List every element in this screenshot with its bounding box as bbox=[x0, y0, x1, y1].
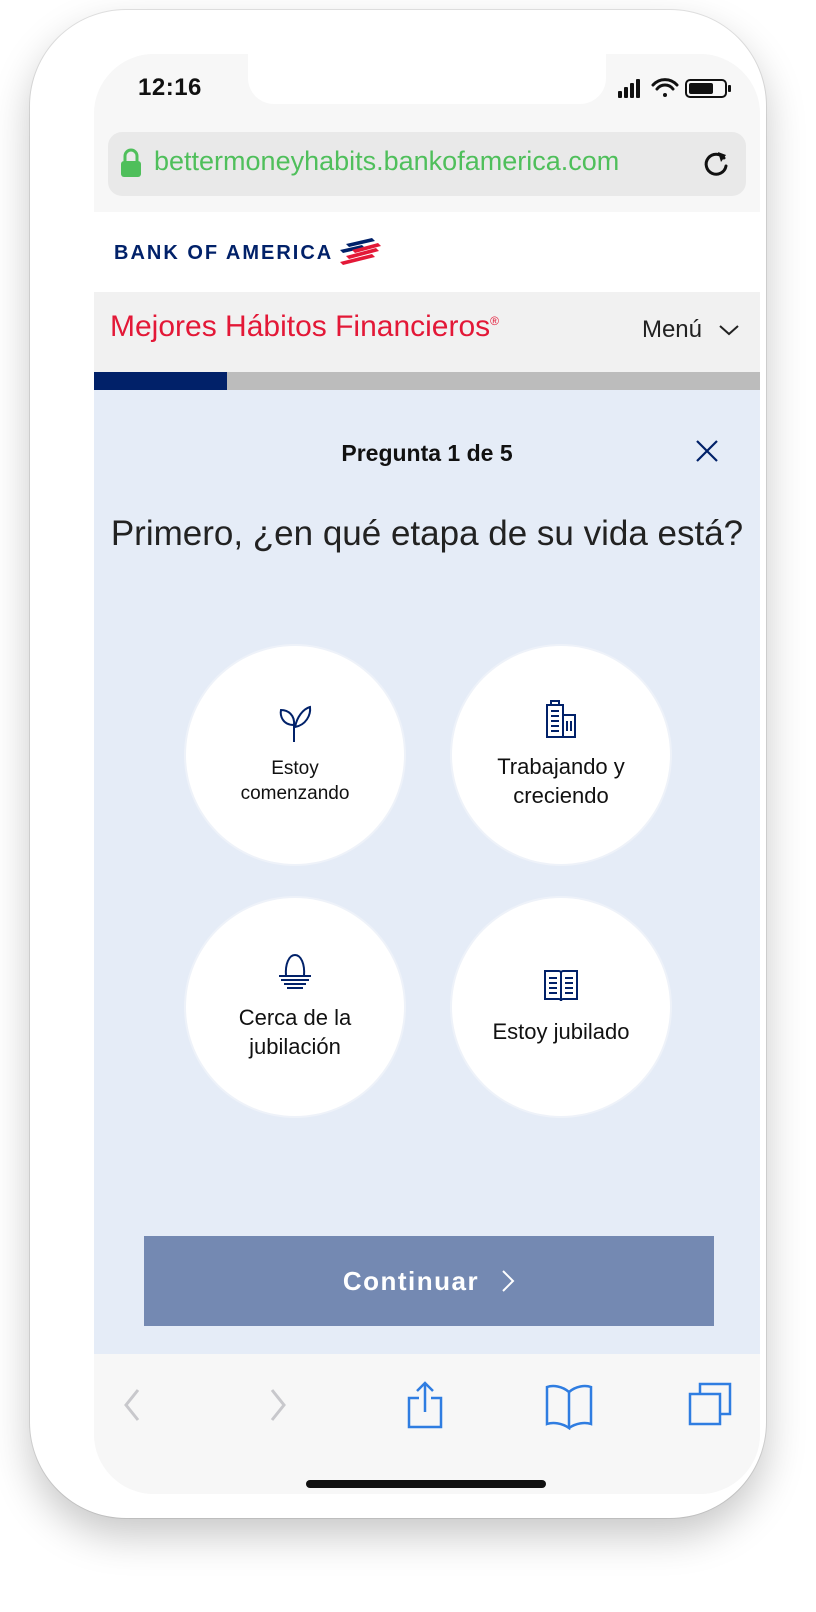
option-label-line2: creciendo bbox=[513, 783, 609, 808]
continue-label: Continuar bbox=[342, 1265, 480, 1296]
question-counter: Pregunta 1 de 5 bbox=[341, 440, 513, 466]
building-icon bbox=[546, 700, 576, 739]
nest-egg-icon bbox=[279, 954, 311, 990]
option-label-line1: Estoy jubilado bbox=[492, 1018, 630, 1044]
battery-icon bbox=[685, 79, 731, 98]
site-title[interactable]: Mejores Hábitos Financieros® bbox=[110, 310, 499, 344]
progress-bar bbox=[94, 372, 760, 390]
forward-arrow-icon[interactable] bbox=[266, 1380, 290, 1430]
continue-button[interactable]: Continuar bbox=[144, 1236, 714, 1326]
quiz-panel: Pregunta 1 de 5 Primero, ¿en qué etapa d… bbox=[94, 390, 760, 1354]
question-text: Primero, ¿en qué etapa de su vida está? bbox=[110, 514, 744, 553]
browser-toolbar bbox=[94, 1354, 760, 1494]
status-icons bbox=[616, 76, 736, 100]
chevron-right-icon bbox=[502, 1270, 515, 1292]
option-label-line1: Trabajando y bbox=[497, 754, 625, 780]
phone-frame: 12:16 bettermoneyhabits.bankofamerica.co… bbox=[30, 10, 766, 1518]
chevron-down-icon bbox=[719, 325, 739, 336]
option-label-line1: Estoy bbox=[271, 758, 319, 780]
signal-icon bbox=[618, 79, 640, 98]
option-label-line2: jubilación bbox=[249, 1034, 341, 1059]
option-near-retirement[interactable]: Cerca de la jubilación bbox=[186, 898, 404, 1116]
address-bar[interactable]: bettermoneyhabits.bankofamerica.com bbox=[108, 132, 746, 196]
option-starting-out[interactable]: Estoy comenzando bbox=[186, 646, 404, 864]
brand-logo-text[interactable]: BANK OF AMERICA bbox=[114, 242, 333, 265]
wifi-icon bbox=[651, 78, 679, 97]
notch bbox=[248, 54, 606, 104]
menu-button[interactable]: Menú bbox=[642, 316, 740, 344]
status-bar: 12:16 bbox=[94, 54, 760, 124]
site-title-text: Mejores Hábitos Financieros bbox=[110, 310, 491, 343]
reload-icon[interactable] bbox=[700, 148, 732, 180]
bookmarks-icon[interactable] bbox=[544, 1380, 594, 1430]
close-icon[interactable] bbox=[694, 438, 720, 464]
sprout-icon bbox=[279, 706, 312, 743]
back-arrow-icon[interactable] bbox=[120, 1380, 144, 1430]
menu-label: Menú bbox=[641, 316, 702, 343]
bank-flag-logo bbox=[340, 238, 381, 265]
progress-fill bbox=[94, 372, 228, 390]
status-time: 12:16 bbox=[138, 74, 202, 101]
url-text: bettermoneyhabits.bankofamerica.com bbox=[154, 146, 620, 176]
home-indicator[interactable] bbox=[306, 1480, 546, 1488]
lock-icon bbox=[121, 148, 141, 177]
registered-mark: ® bbox=[490, 314, 499, 328]
option-retired[interactable]: Estoy jubilado bbox=[452, 898, 670, 1116]
tabs-icon[interactable] bbox=[686, 1380, 734, 1430]
site-header: Mejores Hábitos Financieros® Menú bbox=[94, 292, 760, 372]
logo-bar: BANK OF AMERICA bbox=[94, 212, 760, 292]
option-label-line1: Cerca de la bbox=[238, 1005, 352, 1031]
phone-screen: 12:16 bettermoneyhabits.bankofamerica.co… bbox=[94, 54, 760, 1494]
option-label-line2: comenzando bbox=[240, 783, 350, 804]
share-icon[interactable] bbox=[406, 1380, 444, 1430]
option-working-growing[interactable]: Trabajando y creciendo bbox=[452, 646, 670, 864]
open-book-icon bbox=[544, 969, 578, 1001]
